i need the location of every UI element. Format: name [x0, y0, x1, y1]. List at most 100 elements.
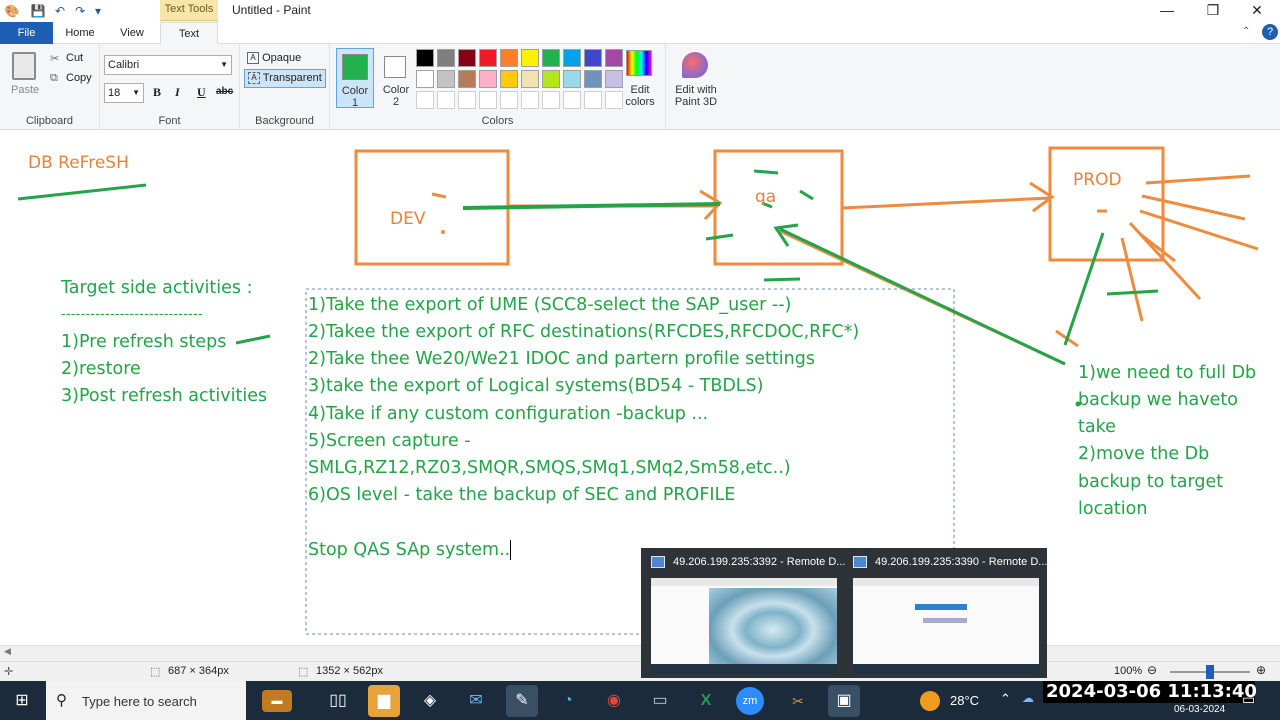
- stop-qas-text: Stop QAS SAp system..: [308, 540, 511, 560]
- scroll-left-icon[interactable]: ◀: [4, 646, 11, 657]
- palette-color-swatch[interactable]: [437, 91, 455, 109]
- palette-color-swatch[interactable]: [437, 70, 455, 88]
- redo-icon[interactable]: ↷: [72, 3, 88, 19]
- paste-icon[interactable]: [12, 52, 36, 80]
- edge-icon[interactable]: ◔: [552, 685, 584, 717]
- palette-color-swatch[interactable]: [416, 91, 434, 109]
- palette-color-swatch[interactable]: [584, 49, 602, 67]
- opaque-option[interactable]: A Opaque: [244, 50, 326, 68]
- undo-icon[interactable]: ↶: [52, 3, 68, 19]
- palette-color-swatch[interactable]: [542, 49, 560, 67]
- note-line: backup to target: [1078, 472, 1224, 492]
- customize-quick-access-icon[interactable]: ▾: [90, 3, 106, 19]
- canvas[interactable]: DB ReFreSH DEV qa PROD Target side activ…: [0, 131, 1280, 661]
- tab-text[interactable]: Text: [160, 22, 218, 45]
- transparent-icon: A: [248, 72, 260, 85]
- copy-icon[interactable]: ⧉: [50, 72, 58, 85]
- underline-button[interactable]: U: [197, 85, 206, 100]
- edit-colors-icon[interactable]: [626, 50, 652, 76]
- palette-color-swatch[interactable]: [584, 91, 602, 109]
- remote-desktop-taskbar-icon[interactable]: ▣: [828, 685, 860, 717]
- copy-button[interactable]: Copy: [66, 72, 92, 84]
- weather-temp[interactable]: 28°C: [950, 693, 979, 708]
- color2-button[interactable]: Color 2: [378, 48, 414, 108]
- palette-color-swatch[interactable]: [437, 49, 455, 67]
- palette-color-swatch[interactable]: [521, 49, 539, 67]
- windows-start-icon[interactable]: ⊞: [6, 685, 38, 717]
- palette-color-swatch[interactable]: [458, 49, 476, 67]
- show-hidden-icons[interactable]: ⌃: [1000, 691, 1011, 707]
- tab-file[interactable]: File: [0, 22, 53, 44]
- palette-color-swatch[interactable]: [521, 70, 539, 88]
- onedrive-icon[interactable]: ☁: [1022, 691, 1034, 705]
- palette-color-swatch[interactable]: [542, 70, 560, 88]
- color1-button[interactable]: Color 1: [336, 48, 374, 109]
- palette-color-swatch[interactable]: [416, 49, 434, 67]
- transparent-option[interactable]: A Transparent: [244, 69, 326, 88]
- palette-color-swatch[interactable]: [416, 70, 434, 88]
- font-size-value: 18: [108, 87, 121, 99]
- step-line-last[interactable]: Stop QAS SAp system..: [308, 540, 512, 560]
- tab-view[interactable]: View: [108, 22, 156, 44]
- paint-app-icon[interactable]: 🎨: [4, 3, 20, 19]
- palette-color-swatch[interactable]: [479, 91, 497, 109]
- palette-color-swatch[interactable]: [458, 70, 476, 88]
- save-icon[interactable]: 💾: [30, 3, 46, 19]
- zoom-out-button[interactable]: ⊖: [1147, 663, 1157, 677]
- palette-color-swatch[interactable]: [563, 70, 581, 88]
- zoom-in-button[interactable]: ⊕: [1256, 663, 1266, 677]
- snipping-tool-icon[interactable]: ✂: [782, 685, 814, 717]
- palette-color-swatch[interactable]: [500, 91, 518, 109]
- remote-desktop-thumbnail-1[interactable]: 49.206.199.235:3392 - Remote D...: [643, 548, 845, 678]
- palette-color-swatch[interactable]: [584, 70, 602, 88]
- font-family-select[interactable]: Calibri ▼: [104, 55, 232, 75]
- colors-group: Color 1 Color 2 Edit colors Colors: [330, 44, 666, 130]
- mail-icon[interactable]: ✉: [460, 685, 492, 717]
- taskbar-date[interactable]: 06-03-2024: [1174, 704, 1225, 715]
- help-icon[interactable]: ?: [1262, 24, 1278, 40]
- remote-desktop-thumbnail-2[interactable]: 49.206.199.235:3390 - Remote D...: [845, 548, 1047, 678]
- palette-color-swatch[interactable]: [605, 49, 623, 67]
- text-tools-context-label: Text Tools: [160, 0, 218, 21]
- edit-with-paint3d-button[interactable]: Edit with Paint 3D: [666, 84, 726, 108]
- close-button[interactable]: ✕: [1234, 0, 1280, 22]
- palette-color-swatch[interactable]: [563, 91, 581, 109]
- palette-color-swatch[interactable]: [563, 49, 581, 67]
- palette-color-swatch[interactable]: [479, 49, 497, 67]
- palette-color-swatch[interactable]: [500, 70, 518, 88]
- notification-icon[interactable]: ▭: [1242, 691, 1255, 708]
- bold-button[interactable]: B: [153, 85, 161, 100]
- italic-button[interactable]: I: [175, 85, 180, 100]
- edit-colors-button[interactable]: Edit colors: [614, 84, 666, 108]
- chrome-icon[interactable]: ◉: [598, 685, 630, 717]
- font-size-select[interactable]: 18 ▼: [104, 83, 144, 103]
- palette-color-swatch[interactable]: [500, 49, 518, 67]
- palette-color-swatch[interactable]: [458, 91, 476, 109]
- excel-icon[interactable]: X: [690, 685, 722, 717]
- palette-color-swatch[interactable]: [542, 91, 560, 109]
- search-box[interactable]: ⚲ Type here to search: [46, 681, 246, 720]
- palette-color-swatch[interactable]: [521, 91, 539, 109]
- weather-sun-icon[interactable]: [920, 691, 940, 711]
- cut-button[interactable]: Cut: [66, 52, 83, 64]
- maximize-button[interactable]: ❐: [1190, 0, 1236, 22]
- palette-color-swatch[interactable]: [479, 70, 497, 88]
- large-clock: 2024-03-06 11:13:40: [1046, 681, 1257, 702]
- notepad-icon[interactable]: ▭: [644, 685, 676, 717]
- horizontal-scrollbar[interactable]: ◀: [0, 645, 1280, 661]
- briefcase-icon[interactable]: ▬: [262, 690, 292, 712]
- paste-button[interactable]: Paste: [11, 84, 39, 96]
- minimize-button[interactable]: —: [1144, 0, 1190, 22]
- paint3d-icon[interactable]: [682, 52, 708, 78]
- strikethrough-button[interactable]: abc: [216, 86, 233, 97]
- zoom-slider-thumb[interactable]: [1206, 665, 1214, 679]
- target-item-2: 2)restore: [61, 359, 141, 379]
- task-view-icon[interactable]: ▯▯: [322, 685, 354, 717]
- collapse-ribbon-icon[interactable]: ⌃: [1242, 26, 1250, 37]
- paint-taskbar-icon[interactable]: ✎: [506, 685, 538, 717]
- tab-home[interactable]: Home: [56, 22, 104, 44]
- file-explorer-icon[interactable]: ▆: [368, 685, 400, 717]
- cut-icon[interactable]: ✂: [50, 52, 59, 65]
- zoom-app-icon[interactable]: zm: [736, 687, 764, 715]
- store-icon[interactable]: ◈: [414, 685, 446, 717]
